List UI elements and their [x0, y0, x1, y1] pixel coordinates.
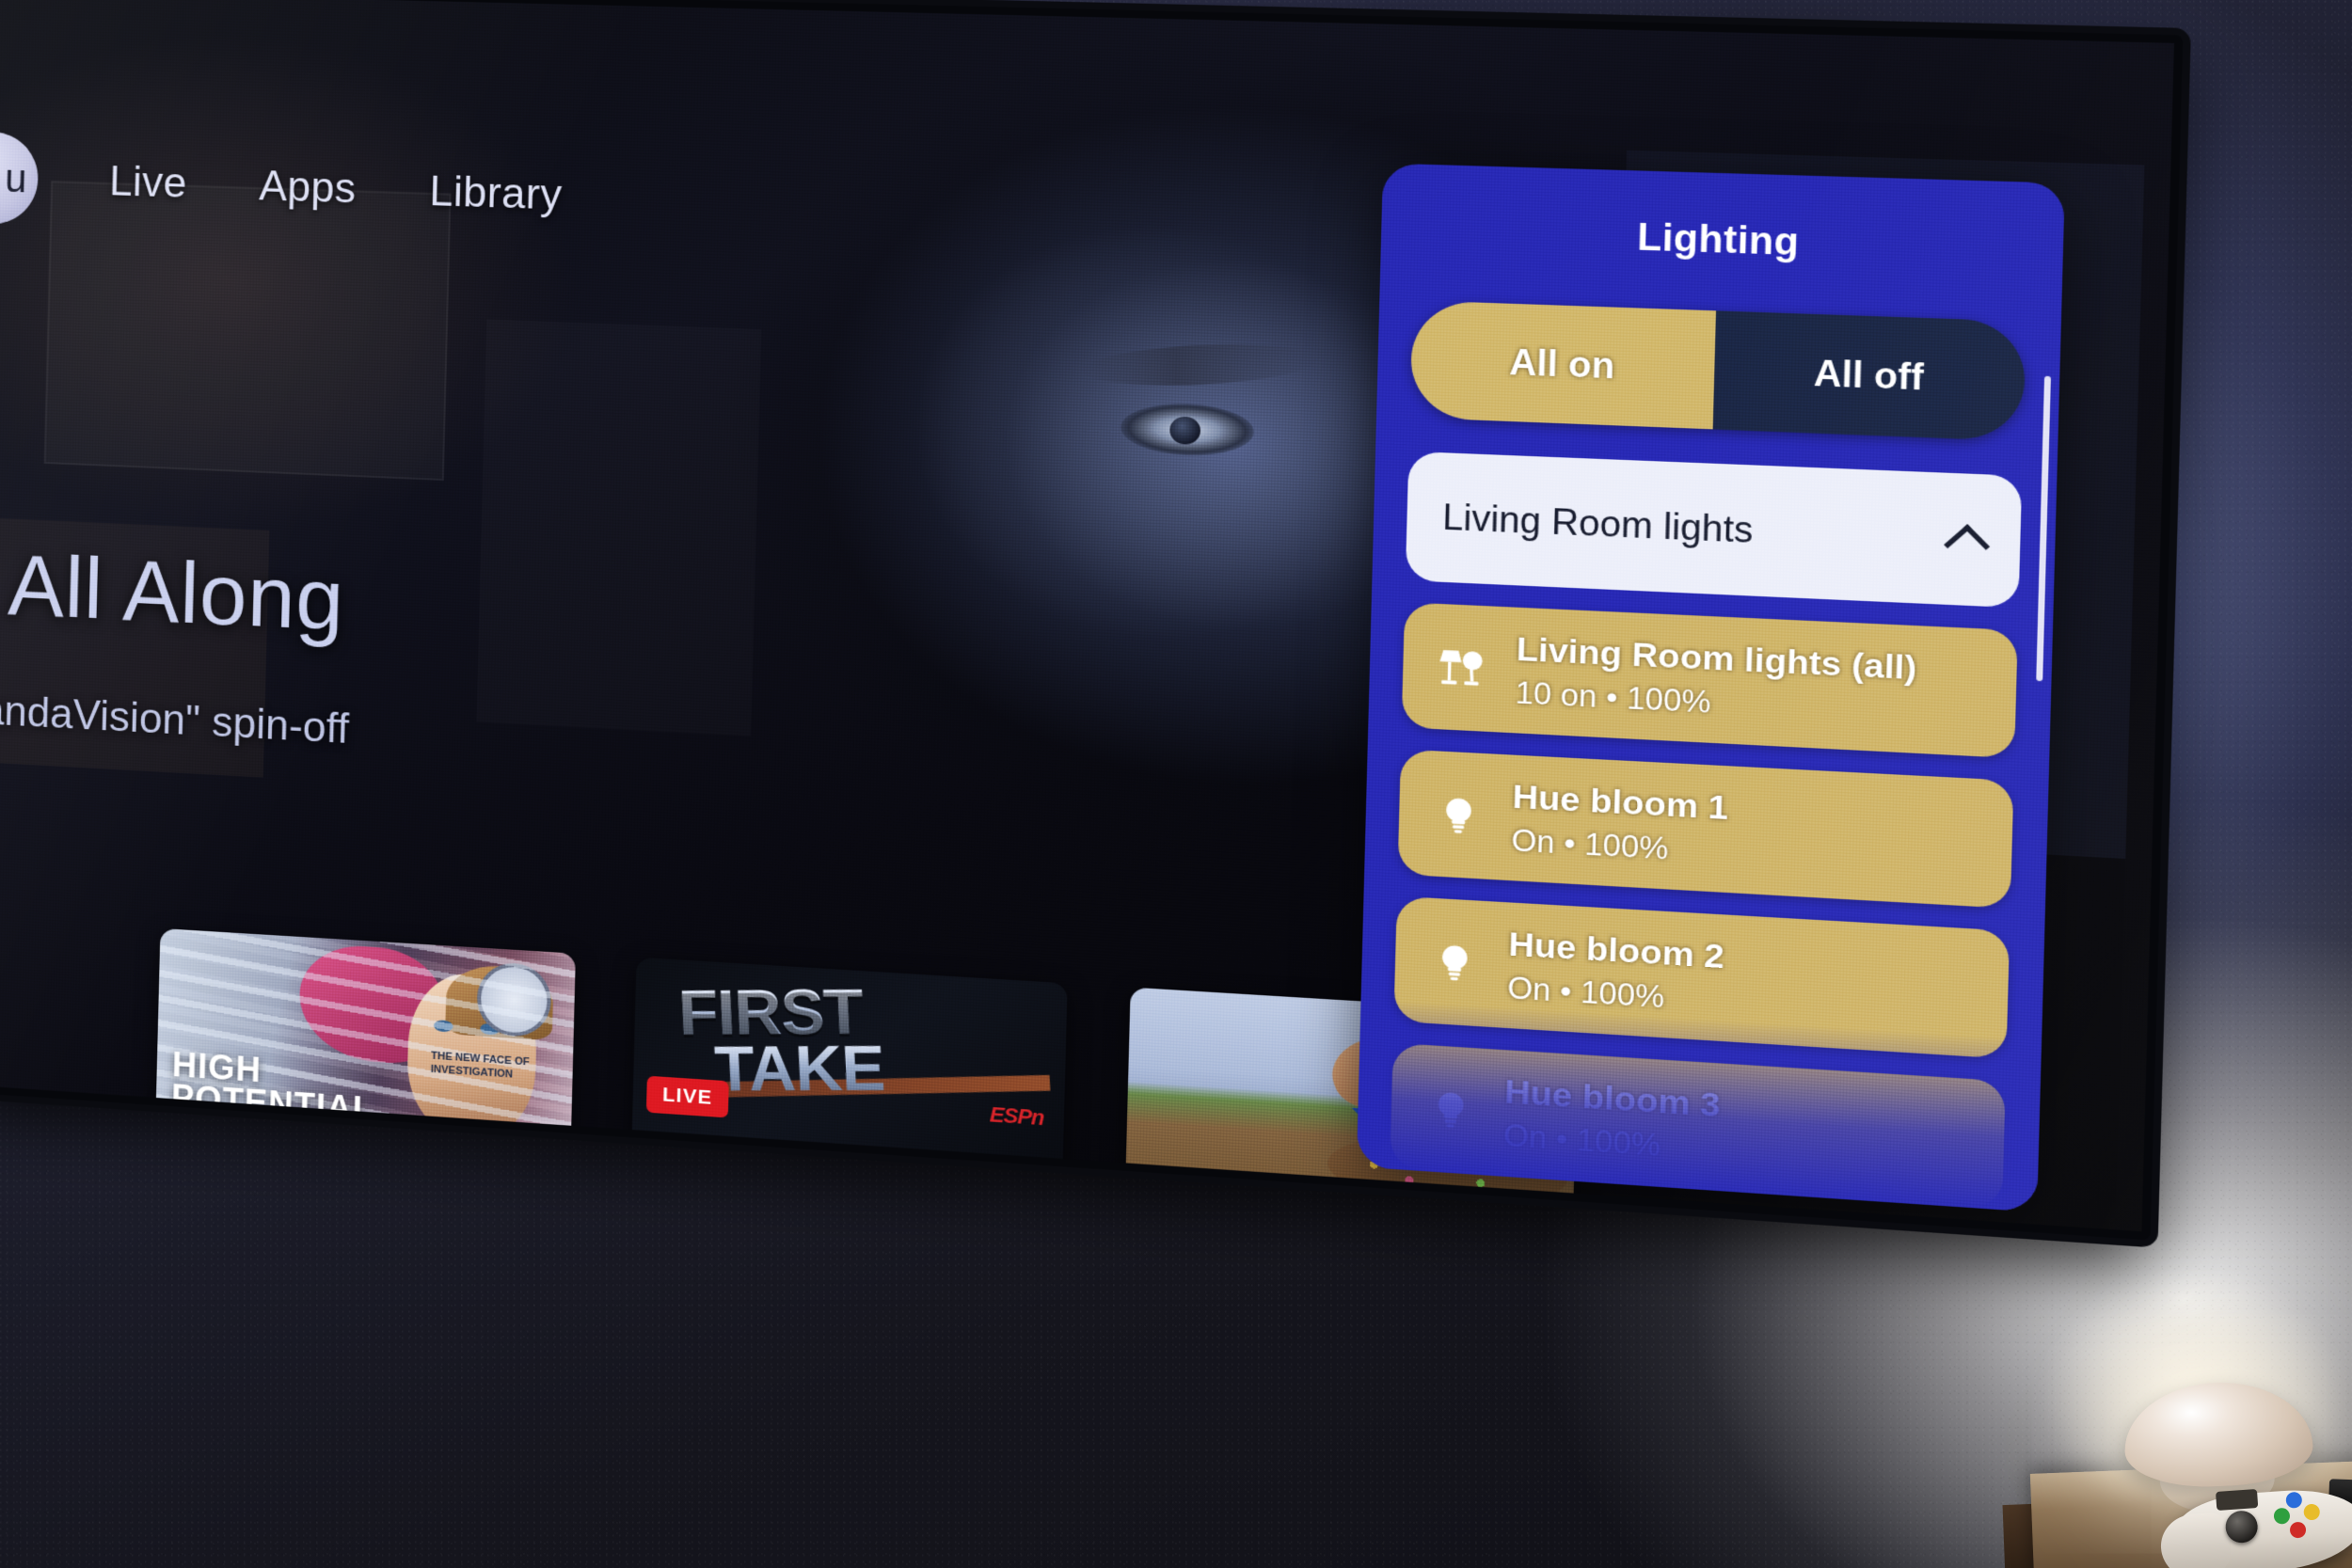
- light-name: Hue bloom 1: [1512, 777, 1729, 827]
- room-scene: u Live Apps Library a All Along WandaVis…: [0, 0, 2352, 1568]
- game-controller: [2158, 1477, 2352, 1568]
- nav-item-live[interactable]: Live: [109, 158, 188, 208]
- all-on-off-toggle[interactable]: All on All off: [1409, 300, 2026, 442]
- controller-dpad: [2215, 1489, 2259, 1512]
- live-badge: LIVE: [645, 1075, 729, 1118]
- all-off-button[interactable]: All off: [1712, 310, 2026, 442]
- all-on-button[interactable]: All on: [1409, 300, 1717, 430]
- bg-shape: [476, 319, 761, 736]
- room-dropdown-label: Living Room lights: [1441, 496, 1754, 551]
- light-row-hue-bloom-1[interactable]: Hue bloom 1 On • 100%: [1397, 749, 2014, 909]
- avatar[interactable]: u: [0, 130, 40, 226]
- tile-word-take: TAKE: [712, 1031, 886, 1104]
- lighting-panel: Lighting All on All off Living Room ligh…: [1356, 163, 2065, 1212]
- controller-grip: [2158, 1512, 2233, 1568]
- light-name: Hue bloom 2: [1508, 925, 1725, 976]
- tv-screen: u Live Apps Library a All Along WandaVis…: [0, 0, 2174, 1232]
- hero-face-brow: [1080, 340, 1319, 390]
- room-dropdown[interactable]: Living Room lights: [1405, 451, 2023, 609]
- light-status: On • 100%: [1506, 969, 1665, 1015]
- chevron-up-icon: [1944, 524, 1991, 568]
- light-name: Hue bloom 3: [1503, 1072, 1722, 1125]
- bulb-icon: [1426, 934, 1484, 991]
- light-status: On • 100%: [1511, 822, 1669, 866]
- bulb-icon: [1422, 1081, 1479, 1138]
- panel-scrollbar[interactable]: [2036, 375, 2052, 682]
- floor-lamp-icon: [1434, 640, 1492, 696]
- light-status: On • 100%: [1502, 1117, 1661, 1163]
- hero-face-eye: [1120, 401, 1255, 458]
- panel-title: Lighting: [1636, 216, 1801, 264]
- top-navigation: u Live Apps Library: [0, 130, 564, 243]
- nav-item-apps[interactable]: Apps: [259, 163, 358, 214]
- light-row-hue-bloom-2[interactable]: Hue bloom 2 On • 100%: [1393, 895, 2010, 1059]
- light-row-all[interactable]: Living Room lights (all) 10 on • 100%: [1401, 602, 2018, 759]
- espn-logo-icon: ESPn: [989, 1101, 1044, 1131]
- bulb-icon: [1430, 786, 1487, 843]
- hero-title: a All Along: [0, 535, 346, 650]
- television: u Live Apps Library a All Along WandaVis…: [0, 0, 2184, 1241]
- nav-item-library[interactable]: Library: [429, 167, 563, 219]
